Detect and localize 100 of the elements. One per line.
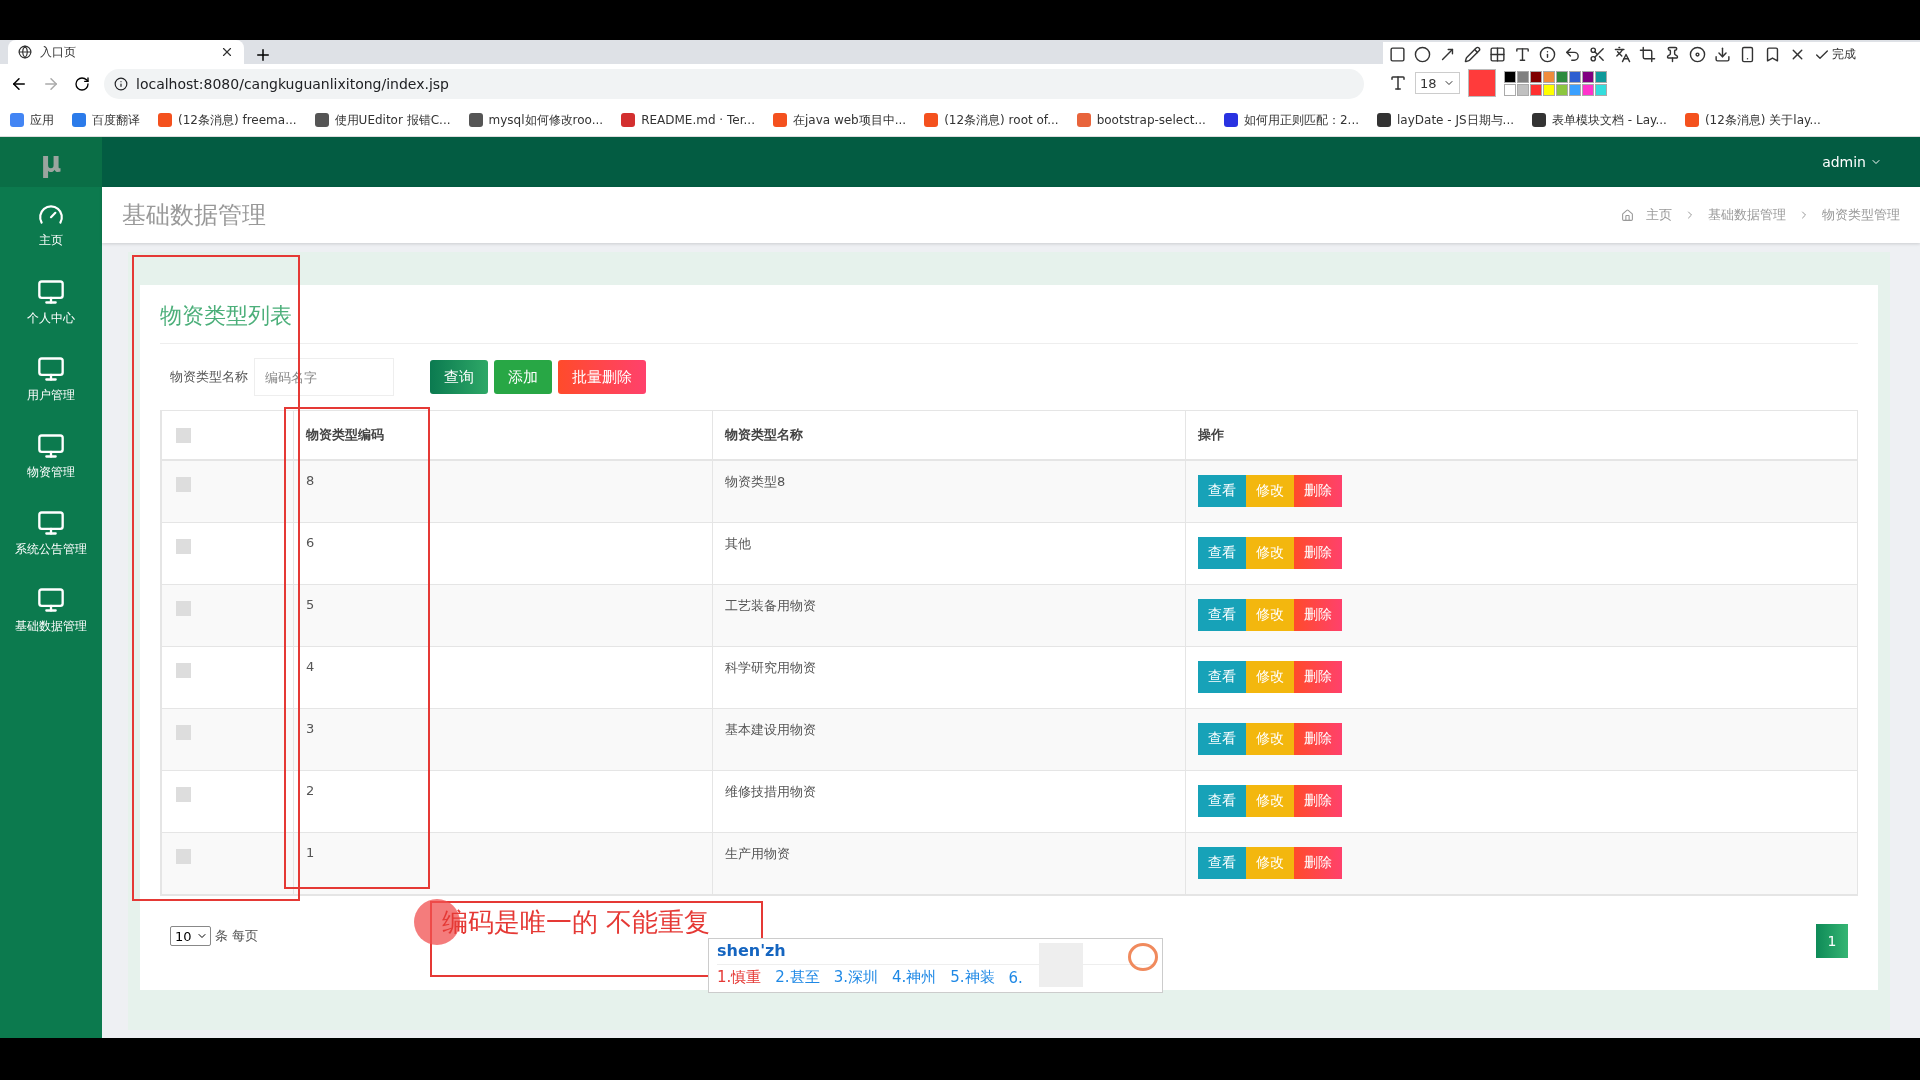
- toolbar-button[interactable]: 添加: [494, 360, 552, 394]
- action-button[interactable]: 删除: [1294, 475, 1342, 507]
- font-icon: [1389, 74, 1407, 92]
- monitor-icon: [37, 432, 65, 460]
- action-button[interactable]: 查看: [1198, 537, 1246, 569]
- bookmark[interactable]: 百度翻译: [72, 111, 140, 129]
- checkbox[interactable]: [176, 601, 191, 616]
- browser-tab[interactable]: 入口页: [8, 40, 244, 64]
- translate-icon[interactable]: [1614, 46, 1631, 63]
- color-swatch[interactable]: [1581, 83, 1594, 96]
- color-swatch[interactable]: [1529, 70, 1542, 83]
- checkbox[interactable]: [176, 849, 191, 864]
- sidebar-item[interactable]: 个人中心: [0, 264, 102, 341]
- color-swatch[interactable]: [1594, 70, 1607, 83]
- text-icon[interactable]: [1514, 46, 1531, 63]
- table-cell: 2: [293, 771, 712, 833]
- action-button[interactable]: 删除: [1294, 847, 1342, 879]
- action-button[interactable]: 查看: [1198, 599, 1246, 631]
- rectangle-icon[interactable]: [1389, 46, 1406, 63]
- breadcrumb-item[interactable]: 主页: [1646, 206, 1672, 224]
- toolbar-button[interactable]: 查询: [430, 360, 488, 394]
- bookmark[interactable]: 使用UEditor 报错C...: [314, 111, 451, 129]
- bookmark[interactable]: 在java web项目中...: [772, 111, 907, 129]
- ime-candidate[interactable]: 2.甚至: [775, 968, 820, 987]
- color-swatch[interactable]: [1581, 70, 1594, 83]
- bookmark[interactable]: (12条消息) 关于lay...: [1684, 111, 1821, 129]
- color-swatch[interactable]: [1568, 70, 1581, 83]
- page-button[interactable]: 1: [1816, 924, 1848, 958]
- bookmark[interactable]: 应用: [10, 111, 54, 129]
- color-swatch[interactable]: [1555, 70, 1568, 83]
- circle-icon[interactable]: [1414, 46, 1431, 63]
- checkbox[interactable]: [176, 725, 191, 740]
- toolbar-button[interactable]: 批量删除: [558, 360, 646, 394]
- bookmark[interactable]: 表单模块文档 - Lay...: [1532, 111, 1667, 129]
- close-icon[interactable]: [220, 45, 234, 59]
- color-swatch[interactable]: [1516, 83, 1529, 96]
- color-swatch[interactable]: [1503, 70, 1516, 83]
- bookmark[interactable]: (12条消息) freema...: [158, 111, 297, 129]
- ime-candidate[interactable]: 1.慎重: [717, 968, 762, 987]
- done-button[interactable]: 完成: [1814, 46, 1856, 63]
- address-bar[interactable]: localhost:8080/cangkuguanlixitong/index.jsp: [104, 69, 1364, 99]
- sidebar-item[interactable]: 系统公告管理: [0, 495, 102, 572]
- download-icon[interactable]: [1714, 46, 1731, 63]
- bookmark[interactable]: README.md · Ter...: [621, 113, 755, 127]
- checkbox[interactable]: [176, 663, 191, 678]
- bookmark[interactable]: bootstrap-select...: [1076, 113, 1206, 127]
- bookmark[interactable]: layDate - JS日期与...: [1377, 111, 1515, 129]
- reload-icon[interactable]: [74, 76, 90, 92]
- table-cell: 4: [293, 647, 712, 709]
- ime-candidate[interactable]: 6.: [1008, 968, 1023, 987]
- color-swatch[interactable]: [1568, 83, 1581, 96]
- sidebar-item[interactable]: 用户管理: [0, 341, 102, 418]
- bookmark[interactable]: (12条消息) root of...: [924, 111, 1059, 129]
- action-button[interactable]: 查看: [1198, 723, 1246, 755]
- sidebar-item[interactable]: 主页: [0, 187, 102, 264]
- arrow-icon[interactable]: [1439, 46, 1456, 63]
- user-menu[interactable]: admin: [1822, 154, 1882, 170]
- checkbox[interactable]: [176, 539, 191, 554]
- color-swatch[interactable]: [1555, 83, 1568, 96]
- sidebar-item[interactable]: 基础数据管理: [0, 572, 102, 649]
- page-size-select[interactable]: 10: [170, 926, 211, 946]
- phone-icon[interactable]: [1739, 46, 1756, 63]
- new-tab-icon[interactable]: [254, 46, 272, 64]
- checkbox[interactable]: [176, 427, 191, 443]
- record-icon[interactable]: [1689, 46, 1706, 63]
- crop-icon[interactable]: [1639, 46, 1656, 63]
- pencil-icon[interactable]: [1464, 46, 1481, 63]
- breadcrumb-item[interactable]: 基础数据管理: [1708, 206, 1786, 224]
- ime-candidate[interactable]: 5.神装: [950, 968, 995, 987]
- breadcrumb-item[interactable]: 物资类型管理: [1822, 206, 1900, 224]
- color-swatch[interactable]: [1516, 70, 1529, 83]
- scissors-icon[interactable]: [1589, 46, 1606, 63]
- action-button[interactable]: 删除: [1294, 661, 1342, 693]
- checkbox[interactable]: [176, 477, 191, 492]
- action-button[interactable]: 查看: [1198, 661, 1246, 693]
- pin-icon[interactable]: [1664, 46, 1681, 63]
- back-icon[interactable]: [10, 75, 28, 93]
- ime-candidate[interactable]: 4.神州: [891, 968, 937, 987]
- checkbox[interactable]: [176, 787, 191, 802]
- font-size-select[interactable]: 18: [1415, 72, 1460, 94]
- bookmark-icon[interactable]: [1764, 46, 1781, 63]
- bookmark[interactable]: 如何用正则匹配：2...: [1223, 111, 1359, 129]
- action-button[interactable]: 查看: [1198, 847, 1246, 879]
- action-button[interactable]: 查看: [1198, 785, 1246, 817]
- color-swatch[interactable]: [1542, 83, 1555, 96]
- color-swatch[interactable]: [1542, 70, 1555, 83]
- color-swatch[interactable]: [1594, 83, 1607, 96]
- action-button[interactable]: 删除: [1294, 723, 1342, 755]
- color-swatch[interactable]: [1503, 83, 1516, 96]
- ime-candidate[interactable]: 3.深圳: [833, 968, 878, 987]
- sidebar-item[interactable]: 物资管理: [0, 418, 102, 495]
- action-button[interactable]: 删除: [1294, 785, 1342, 817]
- action-button[interactable]: 删除: [1294, 599, 1342, 631]
- mosaic-icon[interactable]: [1489, 46, 1506, 63]
- action-button[interactable]: 删除: [1294, 537, 1342, 569]
- color-swatch[interactable]: [1529, 83, 1542, 96]
- bookmark[interactable]: mysql如何修改roo...: [468, 111, 604, 129]
- undo-icon[interactable]: [1564, 46, 1581, 63]
- current-color-swatch[interactable]: [1467, 69, 1496, 97]
- action-button[interactable]: 查看: [1198, 475, 1246, 507]
